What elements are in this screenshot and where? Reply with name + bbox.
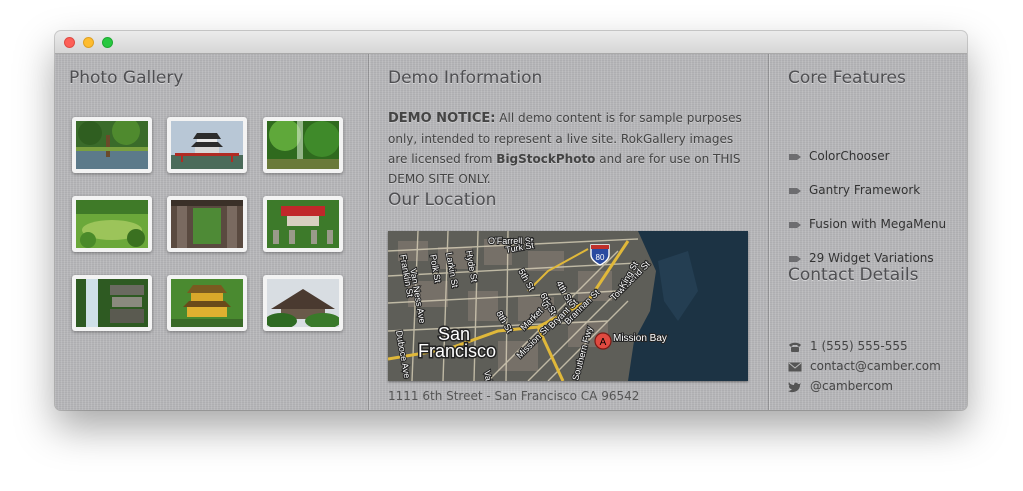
map-city-label: Francisco [418, 341, 496, 361]
feature-item[interactable]: Fusion with MegaMenu [789, 217, 946, 231]
feature-item[interactable]: 29 Widget Variations [789, 251, 934, 265]
window-titlebar [55, 31, 967, 54]
arrow-right-icon [789, 221, 801, 228]
temple-gate-image [171, 200, 243, 248]
map-marker: A [594, 332, 612, 350]
contact-phone: 1 (555) 555-555 [788, 339, 908, 353]
page-content: Photo Gallery Demo Information DEMO NOTI… [55, 54, 967, 410]
feature-item[interactable]: ColorChooser [789, 149, 890, 163]
garden-pond-image [76, 121, 148, 169]
contact-email[interactable]: contact@camber.com [788, 359, 941, 373]
gallery-thumbnail[interactable] [263, 117, 343, 173]
phone-icon [789, 342, 801, 352]
feature-label: Fusion with MegaMenu [809, 217, 947, 231]
column-divider [768, 54, 769, 410]
gallery-thumbnail[interactable] [72, 275, 152, 331]
pine-temple-image [267, 279, 339, 327]
gallery-thumbnail[interactable] [263, 275, 343, 331]
mission-bay-label: Mission Bay [613, 333, 667, 344]
gallery-thumbnail[interactable] [72, 117, 152, 173]
arrow-right-icon [789, 255, 801, 262]
browser-window: Photo Gallery Demo Information DEMO NOTI… [55, 31, 967, 410]
gallery-thumbnail[interactable] [263, 196, 343, 252]
demo-information-title: Demo Information [388, 68, 543, 88]
contact-twitter[interactable]: @cambercom [788, 379, 893, 393]
green-garden-image [76, 200, 148, 248]
waterfall-image [76, 279, 148, 327]
feature-label: ColorChooser [809, 149, 890, 163]
minimize-window-button[interactable] [83, 37, 94, 48]
gallery-thumbnail[interactable] [72, 196, 152, 252]
feature-label: 29 Widget Variations [809, 251, 934, 265]
core-features-title: Core Features [788, 68, 906, 88]
column-divider [368, 54, 369, 410]
location-map[interactable]: 80 O'Farrell St Van Ness Ave Hyde St Tur… [388, 231, 748, 381]
red-shrine-image [267, 200, 339, 248]
email-address: contact@camber.com [810, 359, 941, 373]
zoom-window-button[interactable] [102, 37, 113, 48]
demo-notice: DEMO NOTICE: All demo content is for sam… [388, 108, 748, 189]
location-address: 1111 6th Street - San Francisco CA 96542 [388, 389, 640, 403]
gallery-thumbnail[interactable] [167, 196, 247, 252]
twitter-handle: @cambercom [810, 379, 893, 393]
arrow-right-icon [789, 153, 801, 160]
marker-letter: A [600, 337, 607, 348]
demo-notice-label: DEMO NOTICE: [388, 111, 496, 126]
arrow-right-icon [789, 187, 801, 194]
golden-pavilion-image [171, 279, 243, 327]
close-window-button[interactable] [64, 37, 75, 48]
gallery-thumbnail[interactable] [167, 275, 247, 331]
forest-path-image [267, 121, 339, 169]
envelope-icon [788, 362, 802, 371]
our-location-title: Our Location [388, 190, 497, 210]
gallery-thumbnail[interactable] [167, 117, 247, 173]
feature-item[interactable]: Gantry Framework [789, 183, 920, 197]
castle-image [171, 121, 243, 169]
freeway-number: 80 [596, 253, 605, 262]
photo-gallery-title: Photo Gallery [69, 68, 184, 88]
phone-number: 1 (555) 555-555 [810, 339, 908, 353]
contact-details-title: Contact Details [788, 265, 919, 285]
feature-label: Gantry Framework [809, 183, 921, 197]
twitter-bird-icon [788, 381, 801, 392]
bigstockphoto-link[interactable]: BigStockPhoto [496, 152, 595, 166]
